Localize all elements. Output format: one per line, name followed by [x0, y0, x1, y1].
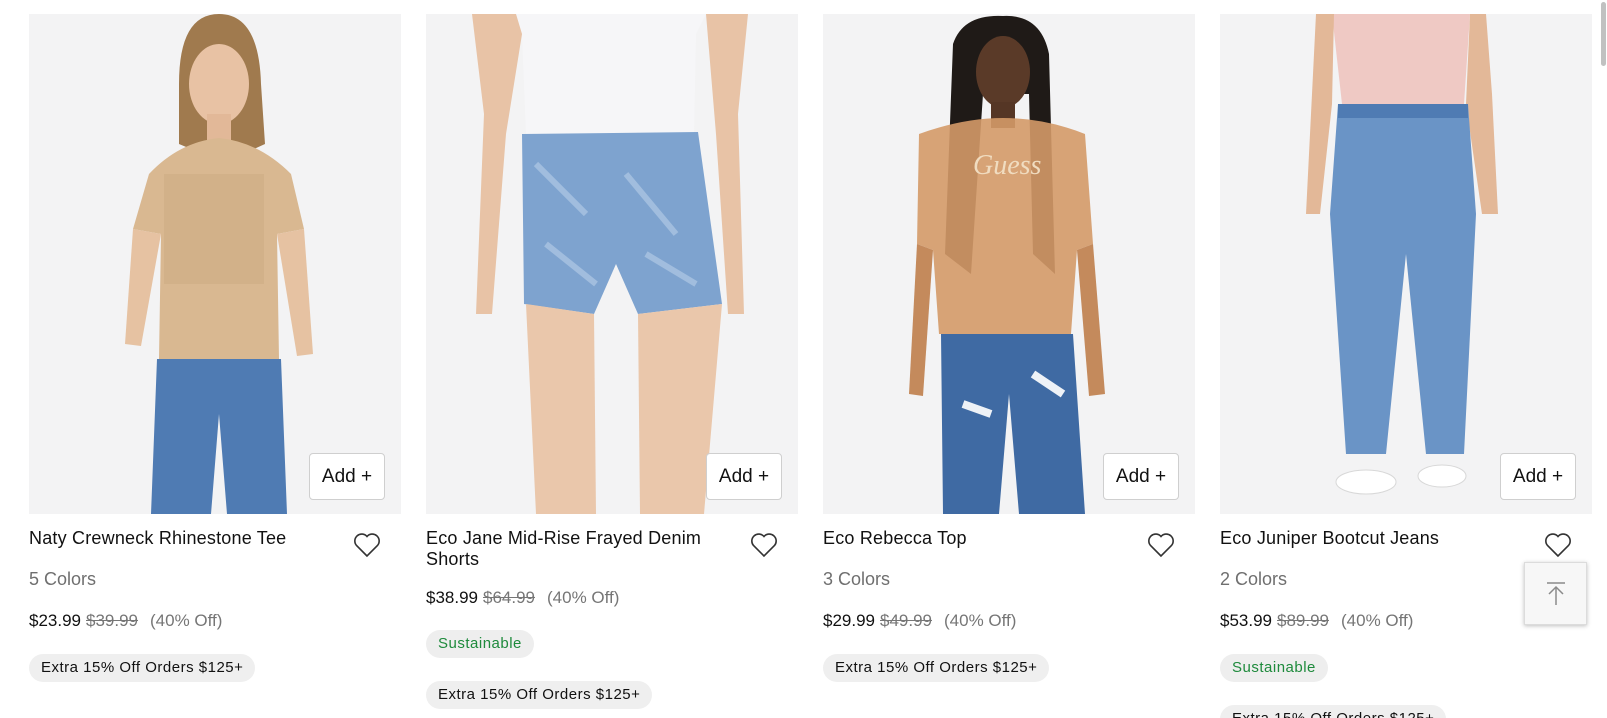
product-title[interactable]: Eco Jane Mid-Rise Frayed Denim Shorts [426, 528, 726, 570]
add-to-bag-button[interactable]: Add + [1103, 453, 1179, 500]
heart-icon[interactable] [1544, 532, 1572, 558]
model-mesh-top-image: Guess [823, 14, 1195, 514]
sale-price: $29.99 [823, 611, 875, 630]
product-title[interactable]: Eco Juniper Bootcut Jeans [1220, 528, 1439, 549]
original-price: $39.99 [86, 611, 138, 630]
product-grid: Add + Naty Crewneck Rhinestone Tee 5 Col… [29, 14, 1592, 718]
sale-price: $23.99 [29, 611, 81, 630]
model-denim-shorts-image [426, 14, 798, 514]
promo-badge: Extra 15% Off Orders $125+ [29, 654, 256, 682]
product-image[interactable]: Add + [426, 14, 798, 514]
product-image[interactable]: Add + [29, 14, 401, 514]
add-to-bag-button[interactable]: Add + [706, 453, 782, 500]
sustainable-badge: Sustainable [1220, 654, 1328, 682]
model-bootcut-jeans-image [1220, 14, 1592, 514]
promo-badge: Extra 15% Off Orders $125+ [1220, 705, 1447, 718]
original-price: $89.99 [1277, 611, 1329, 630]
scrollbar-track[interactable] [1600, 0, 1607, 718]
color-count[interactable]: 5 Colors [29, 568, 401, 590]
color-count[interactable]: 3 Colors [823, 568, 1195, 590]
discount-label: (40% Off) [547, 588, 620, 607]
product-image[interactable]: Guess Add + [823, 14, 1195, 514]
add-to-bag-button[interactable]: Add + [1500, 453, 1576, 500]
promo-badge: Extra 15% Off Orders $125+ [823, 654, 1050, 682]
product-card[interactable]: Add + Naty Crewneck Rhinestone Tee 5 Col… [29, 14, 401, 718]
model-beige-tee-image [29, 14, 401, 514]
scrollbar-thumb[interactable] [1601, 2, 1606, 66]
original-price: $64.99 [483, 588, 535, 607]
guess-logo-text: Guess [973, 150, 1042, 181]
sale-price: $38.99 [426, 588, 478, 607]
product-image[interactable]: Add + [1220, 14, 1592, 514]
heart-icon[interactable] [353, 532, 381, 558]
promo-badge: Extra 15% Off Orders $125+ [426, 681, 653, 709]
arrow-up-icon [1546, 581, 1565, 605]
discount-label: (40% Off) [944, 611, 1017, 630]
product-info: Eco Rebecca Top 3 Colors $29.99 $49.99 (… [823, 514, 1195, 682]
discount-label: (40% Off) [1341, 611, 1414, 630]
product-info: Naty Crewneck Rhinestone Tee 5 Colors $2… [29, 514, 401, 682]
heart-icon[interactable] [750, 532, 778, 558]
price-row: $29.99 $49.99 (40% Off) [823, 611, 1195, 631]
discount-label: (40% Off) [150, 611, 223, 630]
add-to-bag-button[interactable]: Add + [309, 453, 385, 500]
back-to-top-button[interactable] [1524, 562, 1587, 625]
original-price: $49.99 [880, 611, 932, 630]
product-title[interactable]: Naty Crewneck Rhinestone Tee [29, 528, 286, 549]
sustainable-badge: Sustainable [426, 630, 534, 658]
product-card[interactable]: Guess Add + Eco Rebecca Top 3 Colors $29… [823, 14, 1195, 718]
product-title[interactable]: Eco Rebecca Top [823, 528, 967, 549]
sale-price: $53.99 [1220, 611, 1272, 630]
product-card[interactable]: Add + Eco Jane Mid-Rise Frayed Denim Sho… [426, 14, 798, 718]
price-row: $23.99 $39.99 (40% Off) [29, 611, 401, 631]
product-info: Eco Jane Mid-Rise Frayed Denim Shorts $3… [426, 514, 798, 709]
price-row: $38.99 $64.99 (40% Off) [426, 588, 798, 608]
heart-icon[interactable] [1147, 532, 1175, 558]
